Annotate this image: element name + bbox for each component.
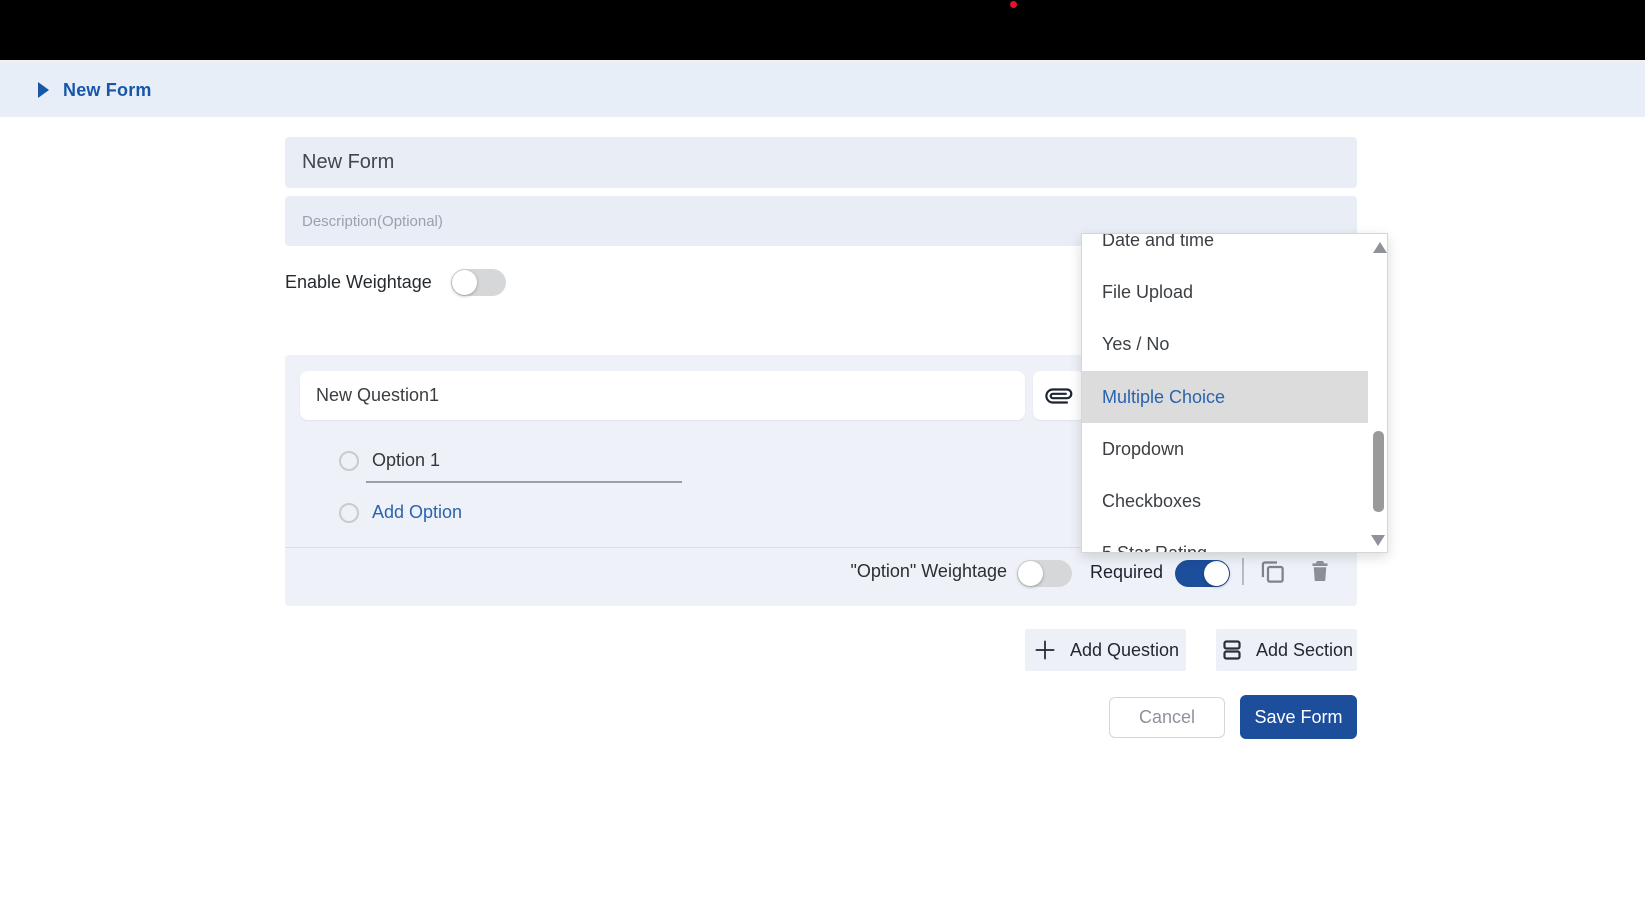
add-option-button[interactable]: Add Option bbox=[372, 502, 462, 523]
question-type-dropdown: Date and time File Upload Yes / No Multi… bbox=[1081, 233, 1388, 553]
type-option-5[interactable]: Checkboxes bbox=[1082, 475, 1368, 527]
enable-weightage-label: Enable Weightage bbox=[285, 272, 432, 293]
copy-icon bbox=[1259, 558, 1286, 585]
scroll-down-arrow-icon[interactable] bbox=[1371, 535, 1385, 546]
duplicate-question-button[interactable] bbox=[1257, 556, 1287, 586]
option-weightage-toggle[interactable] bbox=[1017, 560, 1072, 587]
type-option-6[interactable]: 5 Star Rating bbox=[1082, 528, 1368, 553]
scroll-up-arrow-icon[interactable] bbox=[1373, 242, 1387, 253]
toggle-knob bbox=[452, 270, 477, 295]
recording-dot-icon bbox=[1010, 1, 1017, 8]
top-black-bar bbox=[0, 0, 1645, 60]
toolbar-divider bbox=[1242, 558, 1244, 585]
breadcrumb[interactable]: New Form bbox=[63, 80, 152, 101]
enable-weightage-toggle[interactable] bbox=[451, 269, 506, 296]
paperclip-icon bbox=[1041, 377, 1078, 414]
cancel-button[interactable]: Cancel bbox=[1109, 697, 1225, 738]
type-option-3[interactable]: Multiple Choice bbox=[1082, 371, 1368, 423]
toggle-knob bbox=[1204, 561, 1229, 586]
dropdown-scrollbar[interactable] bbox=[1373, 431, 1384, 512]
plus-icon bbox=[1032, 637, 1058, 663]
breadcrumb-bar: New Form bbox=[0, 60, 1645, 117]
delete-question-button[interactable] bbox=[1305, 556, 1335, 586]
type-option-4[interactable]: Dropdown bbox=[1082, 423, 1368, 475]
attach-button[interactable] bbox=[1033, 371, 1085, 420]
add-section-button[interactable]: Add Section bbox=[1216, 629, 1357, 671]
expand-triangle-icon[interactable] bbox=[38, 82, 49, 98]
option-radio[interactable] bbox=[339, 451, 359, 471]
type-option-0[interactable]: Date and time bbox=[1082, 233, 1368, 266]
toggle-knob bbox=[1018, 561, 1043, 586]
trash-icon bbox=[1307, 558, 1333, 584]
add-question-label: Add Question bbox=[1070, 640, 1179, 661]
required-label: Required bbox=[1090, 562, 1163, 583]
form-builder-page: New Form Enable Weightage Option 1 Add O… bbox=[0, 0, 1645, 902]
enable-weightage-row: Enable Weightage bbox=[285, 268, 506, 297]
option-weightage-label: "Option" Weightage bbox=[850, 561, 1007, 582]
option-label[interactable]: Option 1 bbox=[372, 450, 440, 471]
type-option-2[interactable]: Yes / No bbox=[1082, 319, 1368, 371]
required-toggle[interactable] bbox=[1175, 560, 1230, 587]
save-form-button[interactable]: Save Form bbox=[1240, 695, 1357, 739]
add-section-label: Add Section bbox=[1256, 640, 1353, 661]
option-underline bbox=[366, 481, 682, 483]
type-option-1[interactable]: File Upload bbox=[1082, 266, 1368, 318]
form-title-input[interactable] bbox=[285, 137, 1357, 188]
section-icon bbox=[1220, 638, 1244, 662]
add-question-button[interactable]: Add Question bbox=[1025, 629, 1186, 671]
question-title-input[interactable] bbox=[300, 371, 1025, 420]
question-type-list: Date and time File Upload Yes / No Multi… bbox=[1082, 233, 1387, 553]
add-option-radio[interactable] bbox=[339, 503, 359, 523]
